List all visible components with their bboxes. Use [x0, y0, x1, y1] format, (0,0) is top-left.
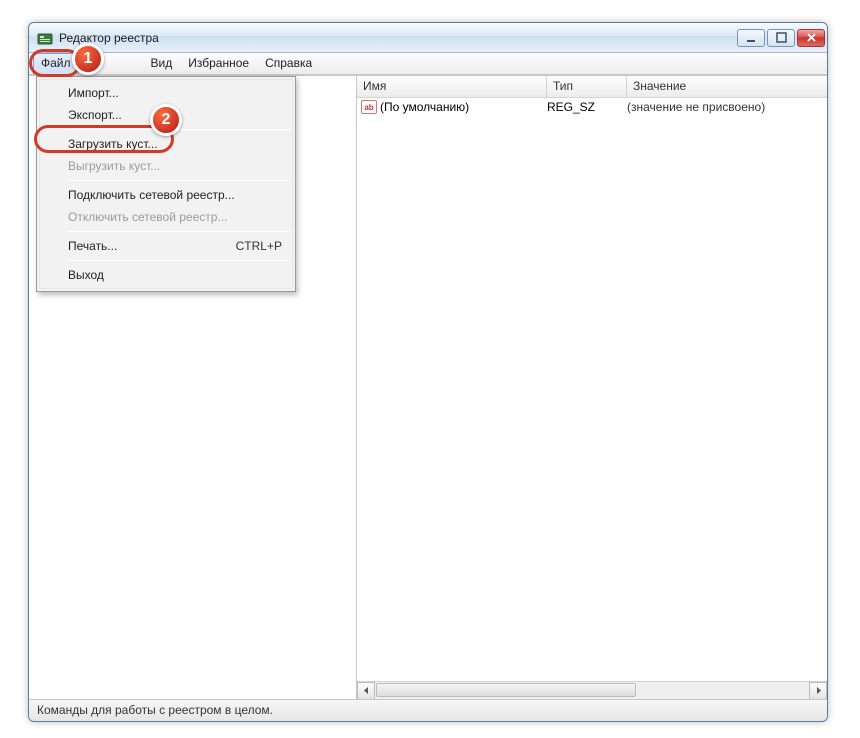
close-button[interactable]	[797, 29, 825, 47]
scroll-thumb[interactable]	[376, 683, 636, 697]
menu-separator	[68, 231, 290, 232]
values-list[interactable]: ab (По умолчанию) REG_SZ (значение не пр…	[357, 98, 827, 681]
col-type[interactable]: Тип	[547, 76, 627, 97]
annotation-badge-2: 2	[150, 104, 182, 136]
app-icon	[37, 30, 53, 46]
menu-load-hive[interactable]: Загрузить куст...	[40, 133, 292, 155]
menu-separator	[68, 180, 290, 181]
value-type: REG_SZ	[547, 100, 627, 114]
maximize-button[interactable]	[767, 29, 795, 47]
menu-separator	[68, 260, 290, 261]
col-value[interactable]: Значение	[627, 76, 827, 97]
col-name[interactable]: Имя	[357, 76, 547, 97]
scroll-track[interactable]	[375, 682, 809, 700]
value-data: (значение не присвоено)	[627, 100, 823, 114]
window-controls	[737, 29, 825, 47]
minimize-button[interactable]	[737, 29, 765, 47]
menu-print[interactable]: Печать... CTRL+P	[40, 235, 292, 257]
list-item[interactable]: ab (По умолчанию) REG_SZ (значение не пр…	[357, 98, 827, 116]
scroll-right-button[interactable]	[809, 682, 827, 700]
titlebar[interactable]: Редактор реестра	[29, 23, 827, 53]
statusbar: Команды для работы с реестром в целом.	[29, 699, 827, 721]
menu-view[interactable]: Вид	[143, 53, 181, 74]
string-value-icon: ab	[361, 100, 377, 114]
annotation-badge-1: 1	[72, 43, 104, 75]
value-name: (По умолчанию)	[380, 100, 469, 114]
horizontal-scrollbar[interactable]	[357, 681, 827, 699]
menu-exit[interactable]: Выход	[40, 264, 292, 286]
menu-connect-network[interactable]: Подключить сетевой реестр...	[40, 184, 292, 206]
menu-help[interactable]: Справка	[257, 53, 320, 74]
menu-import[interactable]: Импорт...	[40, 82, 292, 104]
menu-disconnect-network: Отключить сетевой реестр...	[40, 206, 292, 228]
menu-unload-hive: Выгрузить куст...	[40, 155, 292, 177]
window-title: Редактор реестра	[59, 31, 731, 45]
column-headers: Имя Тип Значение	[357, 76, 827, 98]
shortcut-label: CTRL+P	[236, 239, 282, 253]
scroll-left-button[interactable]	[357, 682, 375, 700]
values-pane: Имя Тип Значение ab (По умолчанию) REG_S…	[357, 76, 827, 699]
menu-favorites[interactable]: Избранное	[180, 53, 257, 74]
status-text: Команды для работы с реестром в целом.	[37, 703, 273, 717]
menubar: Файл Вид Избранное Справка	[29, 53, 827, 75]
